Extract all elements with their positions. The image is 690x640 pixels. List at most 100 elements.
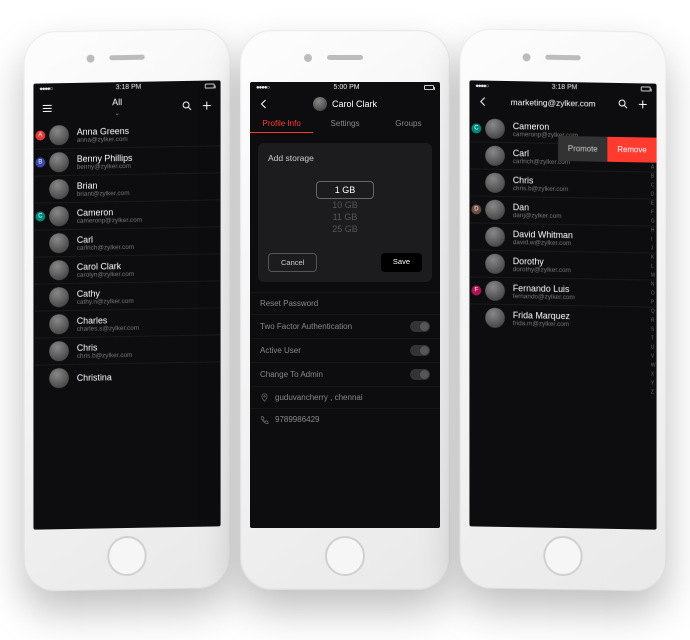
avatar <box>485 119 505 139</box>
index-letter[interactable]: M <box>651 272 656 281</box>
phone-profile: ●●●●○ 5:00 PM Carol Clark Profile InfoSe… <box>240 30 450 590</box>
index-letter[interactable]: T <box>651 335 656 344</box>
contact-name: Christina <box>77 372 112 383</box>
index-letter[interactable]: E <box>651 200 656 209</box>
contact-row[interactable]: BBenny Phillipsbenny@zylker.com <box>33 145 220 175</box>
storage-picker[interactable]: 1 GB10 GB11 GB25 GB <box>268 181 422 235</box>
home-button[interactable] <box>107 536 146 577</box>
avatar <box>485 308 505 328</box>
contact-row[interactable]: FFernando Luisfernando@zylker.com <box>469 276 656 306</box>
contact-email: benny@zylker.com <box>77 162 133 170</box>
contact-email: charles.s@zylker.com <box>77 324 139 332</box>
contact-row[interactable]: Carlcarlrich@zylker.com <box>33 226 220 256</box>
storage-option[interactable]: 1 GB <box>316 181 375 199</box>
save-button[interactable]: Save <box>381 253 422 272</box>
avatar <box>49 233 69 253</box>
phone-row: 9789986429 <box>250 408 440 430</box>
tab-profile-info[interactable]: Profile Info <box>250 115 313 133</box>
contact-email: dorothy@zylker.com <box>513 266 571 274</box>
phone-text: 9789986429 <box>275 415 320 424</box>
index-letter[interactable]: L <box>651 263 656 272</box>
section-letter: C <box>35 211 45 221</box>
promote-button[interactable]: Promote <box>558 136 607 162</box>
chevron-down-icon[interactable]: ⌄ <box>114 110 120 117</box>
setting-label: Two Factor Authentication <box>260 322 352 331</box>
toggle[interactable] <box>410 369 430 380</box>
setting-row[interactable]: Reset Password <box>250 292 440 314</box>
index-letter[interactable]: G <box>651 218 656 227</box>
setting-label: Reset Password <box>260 299 318 308</box>
contact-row[interactable]: Charlescharles.s@zylker.com <box>33 307 220 337</box>
contact-row[interactable]: Dorothydorothy@zylker.com <box>469 249 656 279</box>
home-button[interactable] <box>543 536 582 577</box>
toggle[interactable] <box>410 345 430 356</box>
contact-row[interactable]: Carol Clarkcarolyn@zylker.com <box>33 253 220 283</box>
avatar <box>485 200 505 220</box>
remove-button[interactable]: Remove <box>608 137 657 163</box>
clock: 5:00 PM <box>334 84 360 91</box>
contact-row[interactable]: Chrischris.b@zylker.com <box>33 334 220 364</box>
index-letter[interactable]: I <box>651 236 656 245</box>
index-letter[interactable]: Q <box>651 308 656 317</box>
search-icon[interactable] <box>617 98 629 110</box>
add-icon[interactable] <box>637 98 649 110</box>
back-icon[interactable] <box>477 95 489 107</box>
setting-row[interactable]: Change To Admin <box>250 362 440 386</box>
home-button[interactable] <box>325 536 365 576</box>
location-row: guduvancherry , chennai <box>250 386 440 408</box>
index-letter[interactable]: U <box>651 344 656 353</box>
avatar <box>485 281 505 301</box>
index-letter[interactable]: Y <box>651 380 656 389</box>
back-icon[interactable] <box>258 98 270 110</box>
menu-icon[interactable] <box>41 102 53 114</box>
index-letter[interactable]: H <box>651 227 656 236</box>
tab-settings[interactable]: Settings <box>313 115 376 133</box>
contact-row[interactable]: DDandanj@zylker.com <box>469 195 656 225</box>
page-title[interactable]: All <box>112 97 122 107</box>
index-letter[interactable]: V <box>651 353 656 362</box>
alpha-index[interactable]: ABCDEFGHIJKLMNOPQRSTUVWXYZ <box>651 164 656 398</box>
location-icon <box>260 393 269 402</box>
contact-email: danj@zylker.com <box>513 212 562 220</box>
index-letter[interactable]: S <box>651 326 656 335</box>
index-letter[interactable]: Z <box>651 389 656 398</box>
index-letter[interactable]: P <box>651 299 656 308</box>
add-icon[interactable] <box>201 99 213 111</box>
contact-row[interactable]: Cathycathy.n@zylker.com <box>33 280 220 310</box>
index-letter[interactable]: C <box>651 182 656 191</box>
contact-row[interactable]: David Whitmandavid.w@zylker.com <box>469 222 656 252</box>
contact-email: frida.m@zylker.com <box>513 320 570 328</box>
contact-row[interactable]: Christina <box>33 361 220 391</box>
setting-row[interactable]: Active User <box>250 338 440 362</box>
contact-email: briant@zylker.com <box>77 189 130 197</box>
index-letter[interactable]: O <box>651 290 656 299</box>
index-letter[interactable]: K <box>651 254 656 263</box>
index-letter[interactable]: A <box>651 164 656 173</box>
index-letter[interactable]: N <box>651 281 656 290</box>
contact-email: anna@zylker.com <box>77 135 129 143</box>
contact-email: chris.b@zylker.com <box>513 185 569 193</box>
contact-row[interactable]: Frida Marquezfrida.m@zylker.com <box>469 303 656 333</box>
contact-row[interactable]: CCameroncameronp@zylker.com <box>33 199 220 229</box>
search-icon[interactable] <box>181 100 193 112</box>
contact-list[interactable]: AAnna Greensanna@zylker.comBBenny Philli… <box>33 119 220 391</box>
index-letter[interactable]: B <box>651 173 656 182</box>
toggle[interactable] <box>410 321 430 332</box>
setting-row[interactable]: Two Factor Authentication <box>250 314 440 338</box>
avatar <box>485 254 505 274</box>
storage-option[interactable]: 10 GB <box>268 199 422 211</box>
contact-row[interactable]: AAnna Greensanna@zylker.com <box>33 119 220 148</box>
tab-groups[interactable]: Groups <box>377 115 440 133</box>
index-letter[interactable]: F <box>651 209 656 218</box>
index-letter[interactable]: D <box>651 191 656 200</box>
storage-option[interactable]: 25 GB <box>268 223 422 235</box>
index-letter[interactable]: W <box>651 362 656 371</box>
contact-row[interactable]: Chrischris.b@zylker.com <box>469 168 656 198</box>
index-letter[interactable]: J <box>651 245 656 254</box>
storage-card: Add storage 1 GB10 GB11 GB25 GB Cancel S… <box>258 143 432 282</box>
index-letter[interactable]: X <box>651 371 656 380</box>
index-letter[interactable]: R <box>651 317 656 326</box>
contact-row[interactable]: Brianbriant@zylker.com <box>33 172 220 202</box>
storage-option[interactable]: 11 GB <box>268 211 422 223</box>
cancel-button[interactable]: Cancel <box>268 253 317 272</box>
